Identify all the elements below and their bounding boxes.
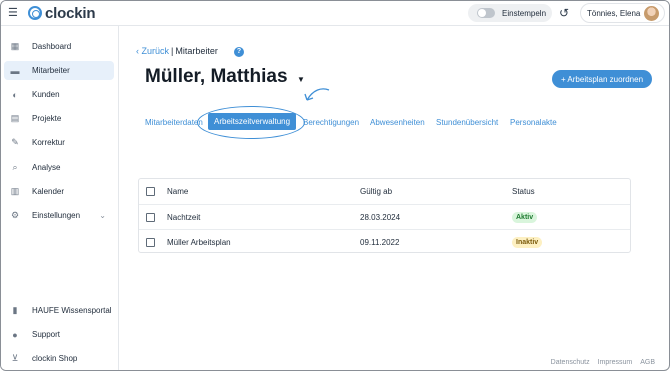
sidebar-item-label: clockin Shop <box>32 354 78 363</box>
top-bar: ☰ clockin Einstempeln ↺ Tönnies, Elena <box>1 1 669 26</box>
page-title: Müller, Matthias <box>145 66 288 87</box>
sidebar-item-label: Dashboard <box>32 42 72 51</box>
sidebar-item-projekte[interactable]: ▤ Projekte <box>4 109 114 128</box>
footer-link-impressum[interactable]: Impressum <box>598 359 633 366</box>
work-plan-table: Name Gültig ab Status Nachtzeit 28.03.20… <box>138 178 631 253</box>
edit-icon: ✎ <box>11 137 19 147</box>
row-valid-from: 09.11.2022 <box>360 237 400 247</box>
sidebar-item-mitarbeiter[interactable]: ▬ Mitarbeiter <box>4 61 114 80</box>
sidebar-item-einstellungen[interactable]: ⚙ Einstellungen ⌄ <box>4 206 114 225</box>
clockin-logo-icon <box>28 6 42 20</box>
sidebar-item-label: Support <box>32 330 61 339</box>
help-icon[interactable]: ? <box>234 47 244 57</box>
handshake-icon: ◐ <box>12 89 18 100</box>
back-link[interactable]: ‹ Zurück <box>136 46 169 56</box>
book-icon: ▮ <box>12 305 18 315</box>
sidebar-item-analyse[interactable]: ⌕ Analyse <box>4 158 114 177</box>
sidebar-item-korrektur[interactable]: ✎ Korrektur <box>4 133 114 152</box>
breadcrumb-current: Mitarbeiter <box>175 46 218 56</box>
row-checkbox[interactable] <box>146 212 155 222</box>
clipboard-icon: ▤ <box>10 113 20 123</box>
status-badge: Inaktiv <box>512 236 543 248</box>
sidebar-item-support[interactable]: ● Support <box>4 325 114 344</box>
sidebar-item-label: Einstellungen <box>32 211 81 220</box>
sidebar-item-label: Mitarbeiter <box>32 66 70 75</box>
sidebar-item-kalender[interactable]: ▥ Kalender <box>4 182 114 201</box>
breadcrumb: ‹ Zurück | Mitarbeiter <box>136 46 218 56</box>
tab-mitarbeiterdaten[interactable]: Mitarbeiterdaten <box>145 117 203 128</box>
sidebar-item-label: HAUFE Wissensportal <box>32 306 112 315</box>
row-name[interactable]: Nachtzeit <box>167 213 200 222</box>
caret-down-icon[interactable]: ▼ <box>297 75 305 84</box>
column-header-status[interactable]: Status <box>512 187 535 196</box>
clock-in-label: Einstempeln <box>502 8 547 18</box>
toggle-switch[interactable] <box>477 8 495 18</box>
tab-personalakte[interactable]: Personalakte <box>510 117 557 128</box>
avatar <box>644 5 660 21</box>
footer-links: Datenschutz Impressum AGB <box>551 359 655 366</box>
column-header-valid-from[interactable]: Gültig ab <box>360 187 392 196</box>
sidebar-item-haufe[interactable]: ▮ HAUFE Wissensportal <box>4 301 114 320</box>
info-icon: ● <box>12 329 18 340</box>
tab-abwesenheiten[interactable]: Abwesenheiten <box>370 117 425 128</box>
tab-berechtigungen[interactable]: Berechtigungen <box>303 117 359 128</box>
gear-icon: ⚙ <box>10 210 20 220</box>
footer-link-datenschutz[interactable]: Datenschutz <box>551 359 590 366</box>
sidebar: ▦ Dashboard ▬ Mitarbeiter ◐ Kunden ▤ Pro… <box>1 26 119 370</box>
sidebar-item-kunden[interactable]: ◐ Kunden <box>4 85 114 104</box>
sidebar-item-shop[interactable]: ⊻ clockin Shop <box>4 349 114 368</box>
assign-work-plan-button[interactable]: + Arbeitsplan zuordnen <box>552 70 652 88</box>
main-content: ‹ Zurück | Mitarbeiter ? Müller, Matthia… <box>119 26 669 370</box>
calendar-icon: ▥ <box>10 186 20 196</box>
search-chart-icon: ⌕ <box>12 162 18 172</box>
logo-text: clockin <box>45 4 96 22</box>
tab-stundenuebersicht[interactable]: Stundenübersicht <box>436 117 498 128</box>
cart-icon: ⊻ <box>11 353 19 363</box>
sidebar-item-label: Kalender <box>32 187 65 196</box>
menu-collapse-icon[interactable]: ☰ <box>8 7 18 19</box>
status-badge: Aktiv <box>512 211 538 223</box>
table-row[interactable]: Nachtzeit 28.03.2024 Aktiv <box>139 204 630 229</box>
back-link-label: Zurück <box>141 46 170 56</box>
table-header: Name Gültig ab Status <box>139 179 630 204</box>
users-icon: ▬ <box>10 65 20 76</box>
column-header-name[interactable]: Name <box>167 187 188 196</box>
footer-link-agb[interactable]: AGB <box>640 359 655 366</box>
row-checkbox[interactable] <box>146 237 155 247</box>
breadcrumb-separator: | <box>171 46 174 56</box>
sidebar-item-label: Projekte <box>32 114 62 123</box>
dashboard-icon: ▦ <box>10 41 20 51</box>
sidebar-item-label: Analyse <box>32 163 61 172</box>
row-valid-from: 28.03.2024 <box>360 212 401 222</box>
user-name: Tönnies, Elena <box>587 8 641 18</box>
select-all-checkbox[interactable] <box>146 187 155 196</box>
history-icon[interactable]: ↺ <box>559 6 573 20</box>
pointer-arrow-icon <box>304 88 330 101</box>
chevron-down-icon: ⌄ <box>99 211 106 220</box>
logo[interactable]: clockin <box>28 4 95 22</box>
table-row[interactable]: Müller Arbeitsplan 09.11.2022 Inaktiv <box>139 229 630 254</box>
clock-in-toggle[interactable]: Einstempeln <box>468 4 552 22</box>
sidebar-item-dashboard[interactable]: ▦ Dashboard <box>4 37 114 56</box>
user-menu[interactable]: Tönnies, Elena <box>580 3 665 23</box>
sidebar-item-label: Korrektur <box>32 138 65 147</box>
app-window: ☰ clockin Einstempeln ↺ Tönnies, Elena ▦… <box>0 0 670 371</box>
row-name[interactable]: Müller Arbeitsplan <box>167 238 231 247</box>
sidebar-item-label: Kunden <box>32 90 60 99</box>
